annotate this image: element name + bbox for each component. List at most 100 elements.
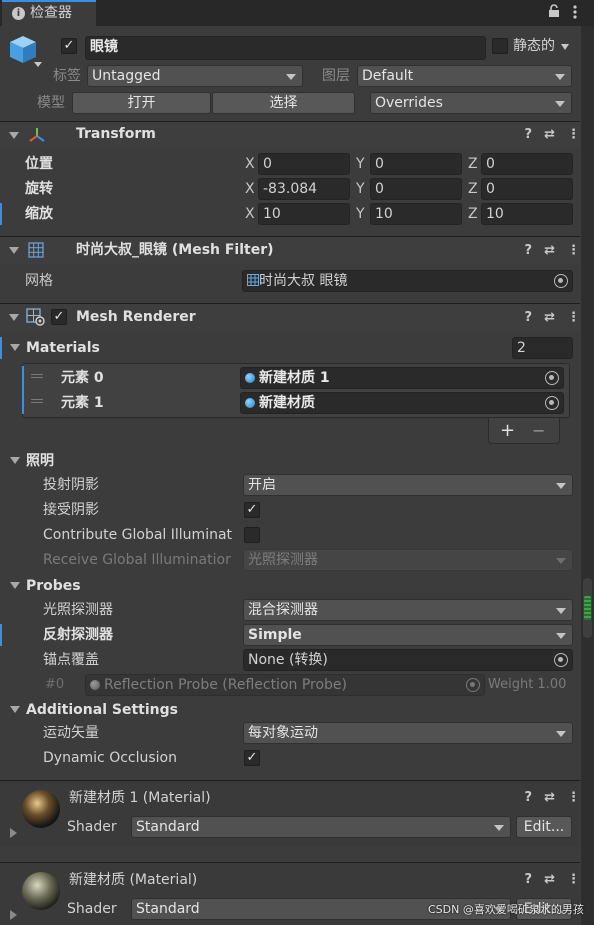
drag-handle-icon[interactable] xyxy=(31,374,43,378)
cast-shadows-label: 投射阴影 xyxy=(43,477,99,493)
info-icon: i xyxy=(12,7,25,20)
pos-x-field[interactable]: 0 xyxy=(258,153,350,175)
receive-gi-label: Receive Global Illuminatior xyxy=(43,552,231,568)
presets-icon[interactable]: ⇄ xyxy=(544,310,555,325)
scale-y-label[interactable]: Y xyxy=(356,204,368,224)
materials-label[interactable]: Materials xyxy=(26,338,100,358)
fold-arrow-icon[interactable] xyxy=(9,314,19,321)
anchor-override-field[interactable]: None (转换) xyxy=(243,649,573,671)
probes-label[interactable]: Probes xyxy=(26,576,81,596)
inspector-tab[interactable]: i 检查器 xyxy=(2,0,96,26)
pos-z-label[interactable]: Z xyxy=(468,154,480,174)
component-menu-icon[interactable]: ⋮ xyxy=(567,127,580,142)
object-active-checkbox[interactable]: ✓ xyxy=(61,38,77,54)
rot-x-label[interactable]: X xyxy=(245,179,257,199)
expand-arrow-icon[interactable] xyxy=(10,910,17,920)
material-1-title: 新建材质 1 (Material) xyxy=(69,790,211,806)
material-2-title: 新建材质 (Material) xyxy=(69,872,198,888)
rot-y-label[interactable]: Y xyxy=(356,179,368,199)
component-menu-icon[interactable]: ⋮ xyxy=(567,243,580,258)
lock-icon[interactable] xyxy=(548,4,560,18)
component-menu-icon[interactable]: ⋮ xyxy=(567,872,580,887)
rot-z-label[interactable]: Z xyxy=(468,179,480,199)
mesh-icon xyxy=(247,274,259,286)
chevron-down-icon xyxy=(555,74,565,80)
mesh-renderer-enabled-checkbox[interactable]: ✓ xyxy=(51,309,67,325)
pos-y-field[interactable]: 0 xyxy=(370,153,462,175)
object-picker-icon[interactable] xyxy=(545,396,559,410)
pos-y-label[interactable]: Y xyxy=(356,154,368,174)
fold-arrow-icon[interactable] xyxy=(9,247,19,254)
layer-dropdown[interactable]: Default xyxy=(357,65,572,87)
presets-icon[interactable]: ⇄ xyxy=(544,127,555,142)
lighting-fold-icon[interactable] xyxy=(10,457,20,464)
static-checkbox[interactable] xyxy=(492,38,508,54)
receive-shadows-checkbox[interactable]: ✓ xyxy=(244,502,260,518)
presets-icon[interactable]: ⇄ xyxy=(544,872,555,887)
additional-settings-label[interactable]: Additional Settings xyxy=(26,700,178,720)
material-preview-icon[interactable] xyxy=(22,790,60,828)
scale-y-field[interactable]: 10 xyxy=(370,203,462,225)
edit-shader-button[interactable]: Edit... xyxy=(516,816,572,838)
icon-dropdown-arrow[interactable] xyxy=(34,62,42,67)
element-0-value: 新建材质 1 xyxy=(259,370,330,386)
additional-fold-icon[interactable] xyxy=(10,706,20,713)
scrollbar-thumb[interactable] xyxy=(583,578,592,638)
chevron-down-icon xyxy=(556,483,566,489)
help-icon[interactable]: ? xyxy=(525,872,533,887)
object-picker-icon[interactable] xyxy=(554,274,568,288)
scale-z-label[interactable]: Z xyxy=(468,204,480,224)
scale-x-label[interactable]: X xyxy=(245,204,257,224)
dynamic-occlusion-checkbox[interactable]: ✓ xyxy=(244,750,260,766)
static-label[interactable]: 静态的 xyxy=(513,36,555,56)
reflection-probes-dropdown[interactable]: Simple xyxy=(243,624,573,646)
add-element-button[interactable]: + xyxy=(500,421,515,441)
presets-icon[interactable]: ⇄ xyxy=(544,790,555,805)
component-menu-icon[interactable]: ⋮ xyxy=(567,310,580,325)
open-button[interactable]: 打开 xyxy=(72,92,211,114)
scale-x-field[interactable]: 10 xyxy=(258,203,350,225)
contribute-gi-checkbox[interactable] xyxy=(244,527,260,543)
probes-fold-icon[interactable] xyxy=(10,582,20,589)
scrollbar-track[interactable] xyxy=(581,26,594,925)
shader-dropdown[interactable]: Standard xyxy=(131,816,511,838)
element-1-field[interactable]: 新建材质 xyxy=(240,392,564,414)
rot-y-field[interactable]: 0 xyxy=(370,178,462,200)
kebab-menu-icon[interactable] xyxy=(572,4,578,20)
fold-arrow-icon[interactable] xyxy=(9,132,19,139)
static-dropdown-arrow[interactable] xyxy=(561,44,569,50)
cast-shadows-dropdown[interactable]: 开启 xyxy=(243,474,573,496)
presets-icon[interactable]: ⇄ xyxy=(544,243,555,258)
chevron-down-icon xyxy=(555,101,565,107)
help-icon[interactable]: ? xyxy=(525,243,533,258)
lighting-label[interactable]: 照明 xyxy=(26,451,54,471)
motion-vectors-dropdown[interactable]: 每对象运动 xyxy=(243,722,573,744)
drag-handle-icon[interactable] xyxy=(31,399,43,403)
materials-fold-icon[interactable] xyxy=(10,344,20,351)
object-name-field[interactable]: 眼镜 xyxy=(85,36,486,60)
material-preview-icon[interactable] xyxy=(22,872,60,910)
mesh-object-field[interactable]: 时尚大叔 眼镜 xyxy=(242,270,573,292)
scale-z-field[interactable]: 10 xyxy=(481,203,573,225)
help-icon[interactable]: ? xyxy=(525,127,533,142)
tag-dropdown[interactable]: Untagged xyxy=(87,65,303,87)
object-picker-icon[interactable] xyxy=(545,371,559,385)
materials-count-field[interactable]: 2 xyxy=(512,337,573,359)
motion-vectors-value: 每对象运动 xyxy=(248,725,318,741)
help-icon[interactable]: ? xyxy=(525,790,533,805)
element-0-field[interactable]: 新建材质 1 xyxy=(240,367,564,389)
remove-element-button[interactable]: − xyxy=(532,421,545,441)
rot-z-field[interactable]: 0 xyxy=(481,178,573,200)
overrides-dropdown[interactable]: Overrides xyxy=(370,92,572,114)
pos-z-field[interactable]: 0 xyxy=(481,153,573,175)
light-probes-dropdown[interactable]: 混合探测器 xyxy=(243,599,573,621)
expand-arrow-icon[interactable] xyxy=(10,828,17,838)
transform-title: Transform xyxy=(76,126,156,142)
pos-x-label[interactable]: X xyxy=(245,154,257,174)
anchor-override-value: None (转换) xyxy=(248,652,328,668)
object-picker-icon[interactable] xyxy=(554,653,568,667)
component-menu-icon[interactable]: ⋮ xyxy=(567,790,580,805)
rot-x-field[interactable]: -83.084 xyxy=(258,178,350,200)
help-icon[interactable]: ? xyxy=(525,310,533,325)
select-button[interactable]: 选择 xyxy=(212,92,355,114)
